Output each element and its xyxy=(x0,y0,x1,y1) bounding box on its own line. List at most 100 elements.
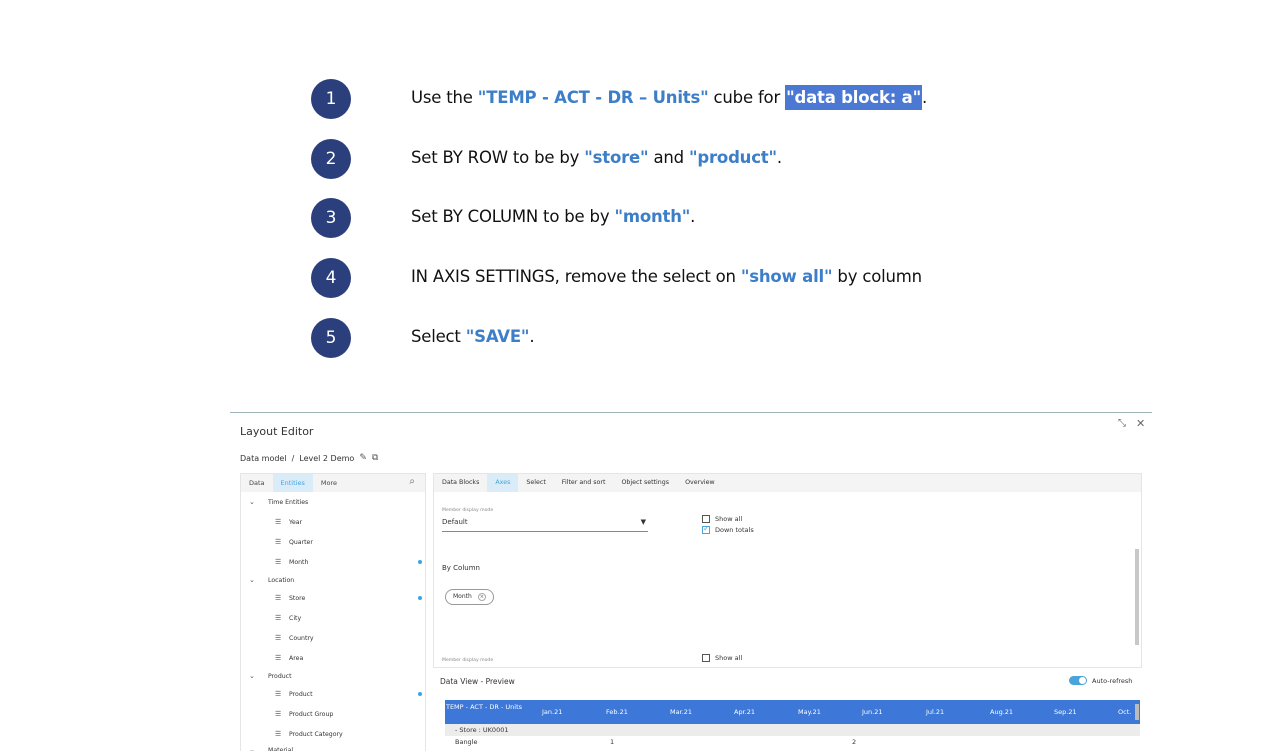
tree-item-store[interactable]: ☰ Store xyxy=(241,592,425,604)
tree-item-label: Product Category xyxy=(289,730,343,738)
tab-object-settings[interactable]: Object settings xyxy=(613,474,677,492)
tree-item-year[interactable]: ☰ Year xyxy=(241,516,425,528)
tree-item-label: City xyxy=(289,614,302,622)
step-number-badge: 2 xyxy=(311,139,351,179)
month-chip[interactable]: Month × xyxy=(445,589,494,605)
step-number-badge: 4 xyxy=(311,258,351,298)
tree-item-label: Material xyxy=(268,746,294,751)
close-icon[interactable]: ✕ xyxy=(1136,417,1145,430)
search-icon[interactable]: ⌕ xyxy=(409,476,415,487)
list-icon: ☰ xyxy=(275,654,282,662)
list-icon: ☰ xyxy=(275,594,282,602)
tab-overview[interactable]: Overview xyxy=(677,474,723,492)
tab-filter-and-sort[interactable]: Filter and sort xyxy=(554,474,614,492)
show-all-box[interactable] xyxy=(702,515,710,523)
table-cell[interactable]: 1 xyxy=(610,738,614,746)
breadcrumb-root[interactable]: Data model xyxy=(240,454,287,463)
column-header[interactable]: Jun.21 xyxy=(862,708,883,716)
remove-chip-icon[interactable]: × xyxy=(477,593,486,601)
table-group-row[interactable]: - Store : UK0001 xyxy=(445,724,1140,736)
tree-item-label: Quarter xyxy=(289,538,313,546)
edit-icon[interactable]: ✎ xyxy=(359,453,367,463)
selected-indicator-dot xyxy=(418,692,422,696)
step-text: Use the "TEMP - ACT - DR – Units" cube f… xyxy=(411,85,927,110)
tree-item-label: Country xyxy=(289,634,314,642)
tree-item-city[interactable]: ☰ City xyxy=(241,612,425,624)
toggle-switch[interactable] xyxy=(1069,676,1087,685)
column-header[interactable]: Jul.21 xyxy=(926,708,944,716)
column-header[interactable]: Aug.21 xyxy=(990,708,1013,716)
column-header[interactable]: May.21 xyxy=(798,708,821,716)
instruction-step-3: 3 Set BY COLUMN to be by "month". xyxy=(311,198,1011,238)
list-icon: ☰ xyxy=(275,710,282,718)
auto-refresh-toggle[interactable]: Auto-refresh xyxy=(1069,676,1132,685)
left-tab-bar: Data Entities More ⌕ xyxy=(241,474,425,492)
down-totals-checkbox[interactable]: Down totals xyxy=(702,524,754,534)
breadcrumb-separator: / xyxy=(291,453,295,463)
tree-item-location[interactable]: ⌄ Location xyxy=(241,574,425,586)
member-display-select[interactable]: Default ▼ xyxy=(442,518,648,532)
tree-item-label: Product xyxy=(268,672,292,680)
chevron-down-icon[interactable]: ⌄ xyxy=(249,746,255,751)
open-external-icon[interactable]: ⧉ xyxy=(372,453,378,463)
tree-item-quarter[interactable]: ☰ Quarter xyxy=(241,536,425,548)
tree-item-label: Month xyxy=(289,558,309,566)
tab-entities[interactable]: Entities xyxy=(272,474,313,492)
tab-select[interactable]: Select xyxy=(518,474,553,492)
right-tab-bar: Data Blocks Axes Select Filter and sort Obje… xyxy=(434,474,1141,492)
tree-item-label: Store xyxy=(289,594,306,602)
tree-item-country[interactable]: ☰ Country xyxy=(241,632,425,644)
column-header[interactable]: Feb.21 xyxy=(606,708,628,716)
collapse-icon[interactable]: ⤡ xyxy=(1118,418,1126,429)
tree-item-product-group[interactable]: ☰ Product Group xyxy=(241,708,425,720)
column-header[interactable]: Apr.21 xyxy=(734,708,755,716)
step-text-segment: and xyxy=(648,148,689,167)
tree-item-label: Year xyxy=(289,518,303,526)
grid-corner-label: TEMP - ACT - DR - Units xyxy=(445,703,523,711)
column-header[interactable]: Oct. xyxy=(1118,708,1131,716)
table-row[interactable]: Bangle 1 2 xyxy=(445,736,1140,748)
list-icon: ☰ xyxy=(275,518,282,526)
breadcrumb: Data model / Level 2 Demo ✎ ⧉ xyxy=(240,453,378,463)
chevron-down-icon[interactable]: ⌄ xyxy=(249,672,255,680)
step-text-segment: Use the xyxy=(411,88,478,107)
tree-item-time-entities[interactable]: ⌄ Time Entities xyxy=(241,496,425,508)
tree-item-month[interactable]: ☰ Month xyxy=(241,556,425,568)
chevron-down-icon[interactable]: ⌄ xyxy=(249,576,255,584)
list-icon: ☰ xyxy=(275,614,282,622)
row-label: Bangle xyxy=(455,738,478,746)
column-header[interactable]: Sep.21 xyxy=(1054,708,1077,716)
step-text-segment: Set BY COLUMN to be by xyxy=(411,207,615,226)
tab-data[interactable]: Data xyxy=(241,474,273,492)
instruction-step-2: 2 Set BY ROW to be by "store" and "produc… xyxy=(311,139,1011,179)
show-all-checkbox-2[interactable]: Show all xyxy=(702,654,742,662)
table-cell[interactable]: 2 xyxy=(852,738,856,746)
show-all-box-2[interactable] xyxy=(702,654,710,662)
tree-item-material[interactable]: ⌄ Material xyxy=(241,744,425,751)
show-all-label: Show all xyxy=(715,515,743,523)
tab-data-blocks[interactable]: Data Blocks xyxy=(434,474,487,492)
tree-item-label: Product xyxy=(289,690,313,698)
axes-scrollbar[interactable] xyxy=(1135,549,1139,645)
column-header[interactable]: Jan.21 xyxy=(542,708,562,716)
tab-axes[interactable]: Axes xyxy=(487,474,519,492)
selected-indicator-dot xyxy=(418,596,422,600)
step-text: Select "SAVE". xyxy=(411,327,535,346)
grid-scrollbar[interactable] xyxy=(1135,704,1139,720)
chevron-down-icon[interactable]: ⌄ xyxy=(249,498,255,506)
column-header[interactable]: Mar.21 xyxy=(670,708,692,716)
chip-label: Month xyxy=(453,593,472,600)
tree-item-area[interactable]: ☰ Area xyxy=(241,652,425,664)
step-text-segment: . xyxy=(690,207,696,226)
tab-more[interactable]: More xyxy=(313,474,345,492)
down-totals-label: Down totals xyxy=(715,526,754,534)
tree-item-product[interactable]: ☰ Product xyxy=(241,688,425,700)
list-icon: ☰ xyxy=(275,558,282,566)
tree-item-product[interactable]: ⌄ Product xyxy=(241,670,425,682)
preview-grid: TEMP - ACT - DR - Units Jan.21 Feb.21 Mar.… xyxy=(445,700,1140,748)
step-text-segment: . xyxy=(529,327,535,346)
show-all-checkbox[interactable]: Show all xyxy=(702,515,742,523)
editor-title: Layout Editor xyxy=(240,425,314,438)
down-totals-box[interactable] xyxy=(702,524,710,534)
tree-item-product-category[interactable]: ☰ Product Category xyxy=(241,728,425,740)
